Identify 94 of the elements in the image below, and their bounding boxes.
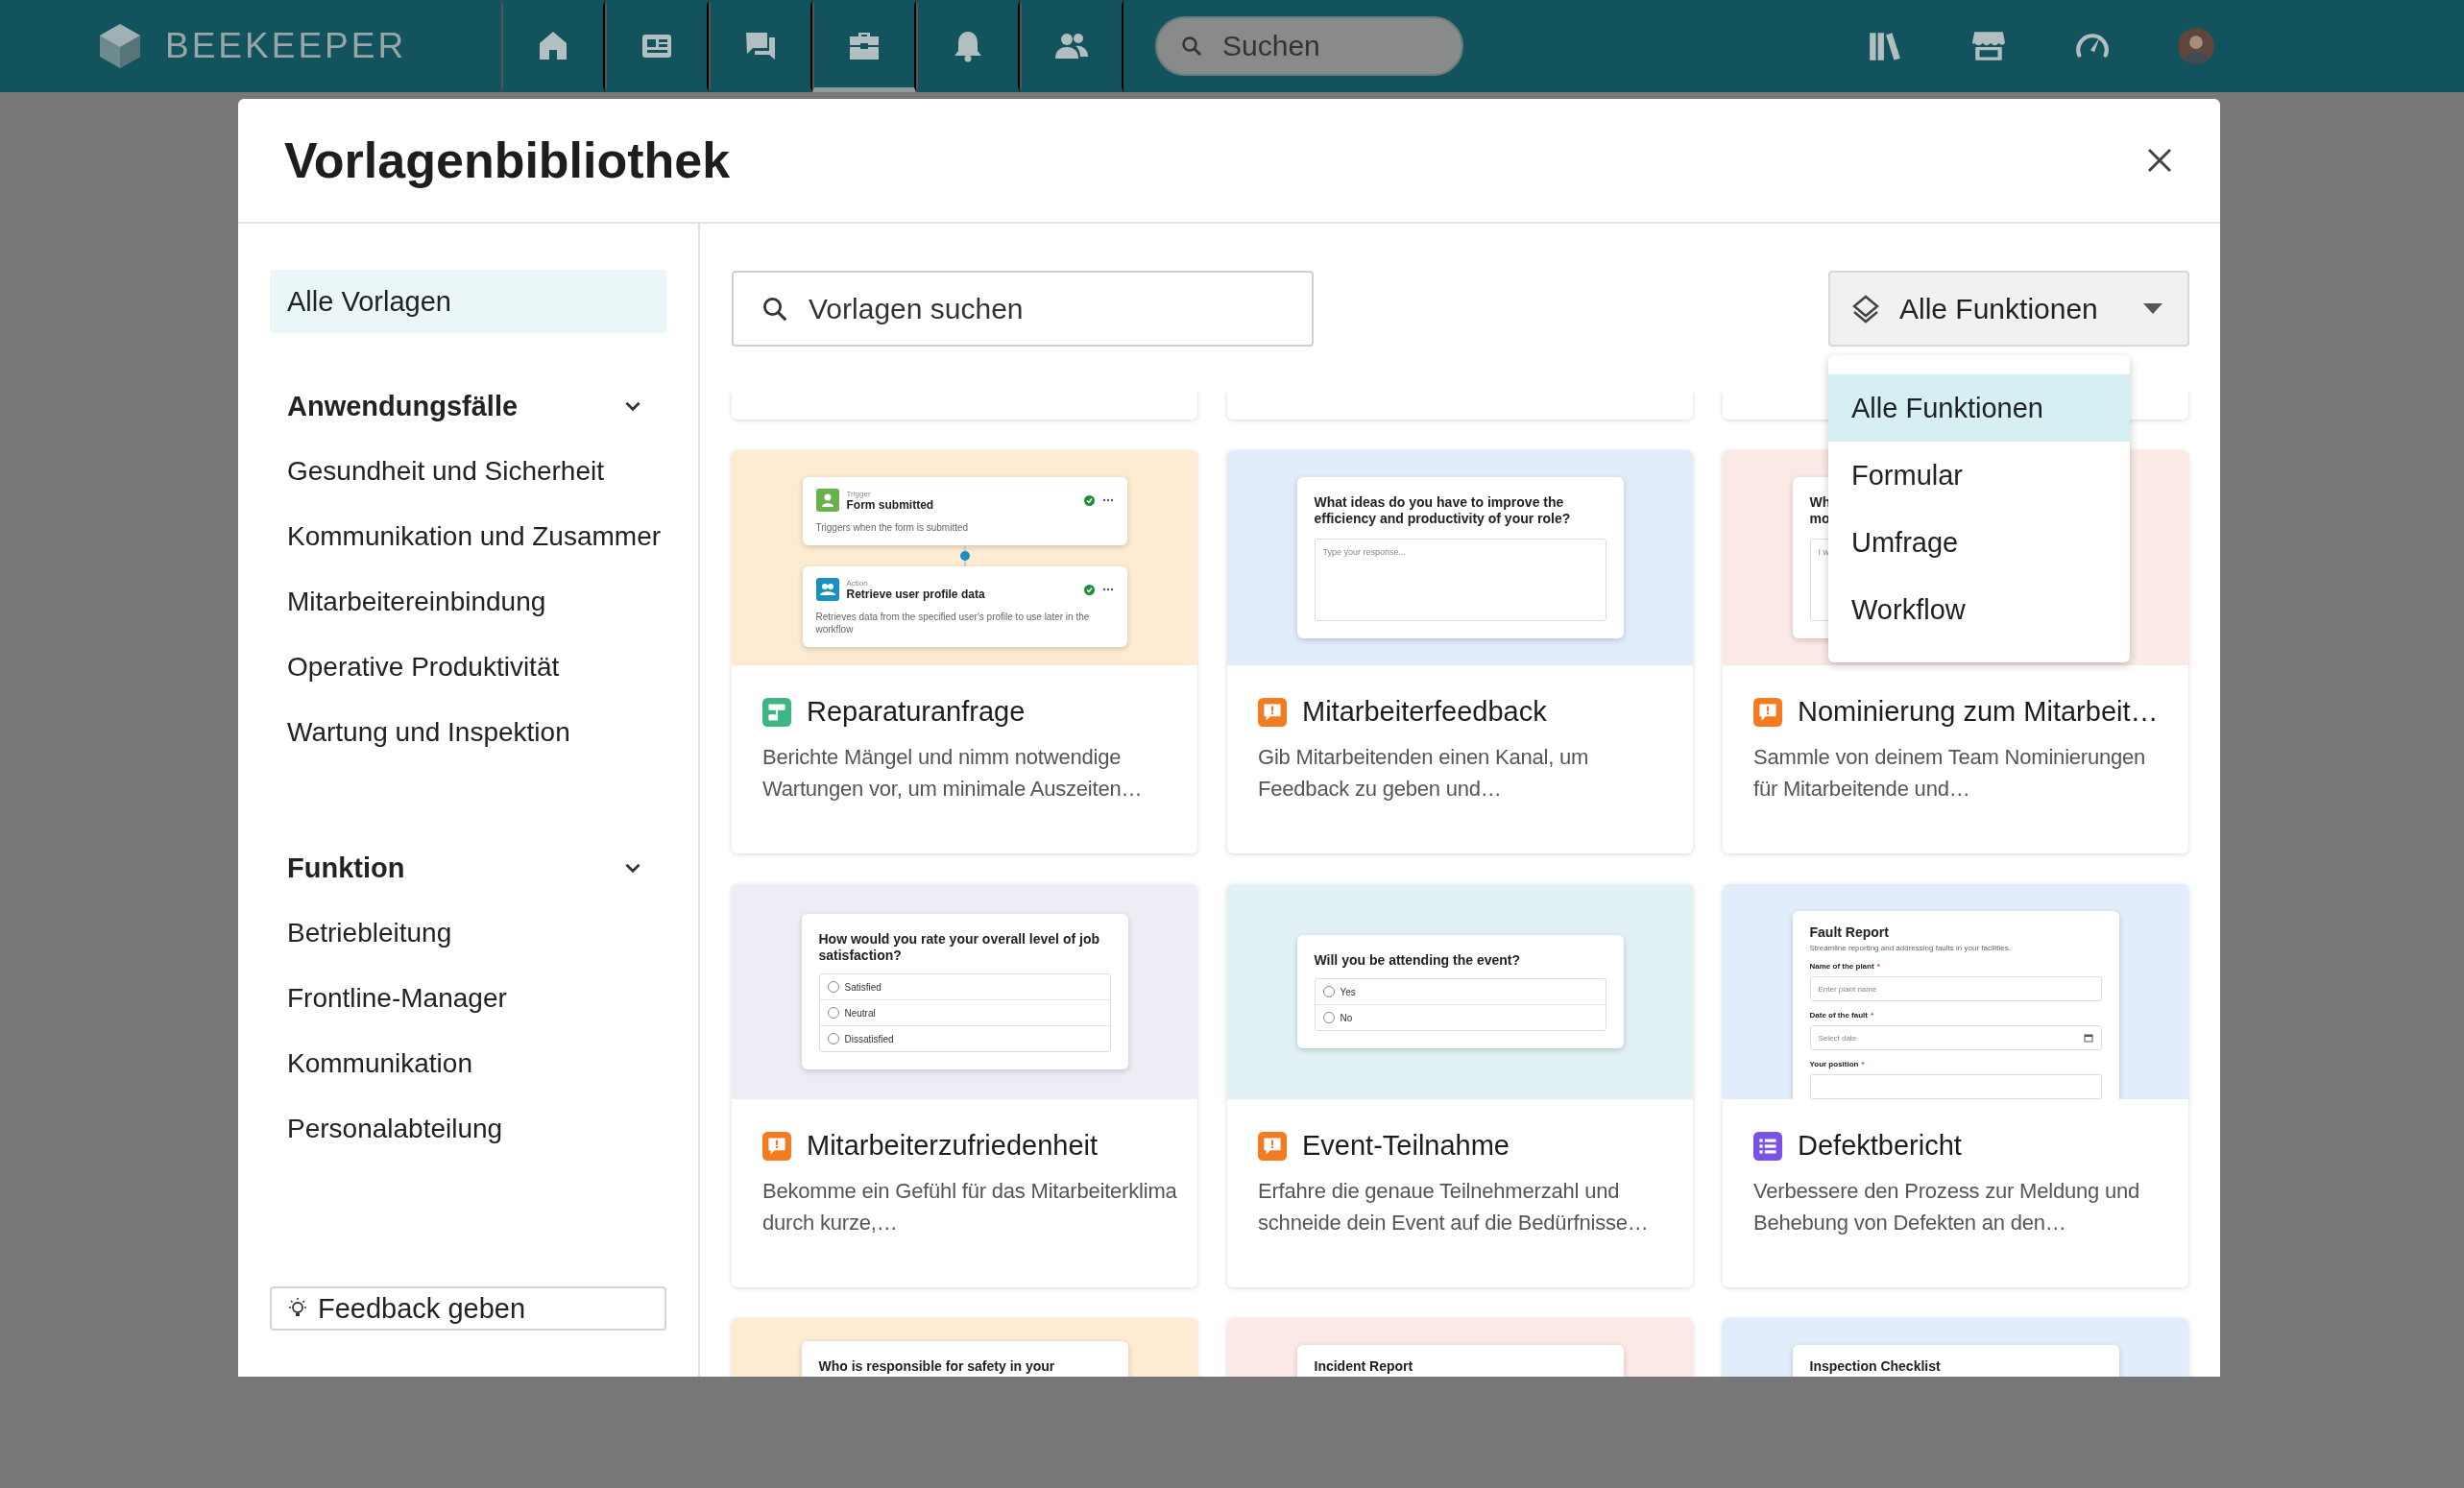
sidebar-item[interactable]: Kommunikation und Zusammer [270, 504, 666, 569]
input-field: Select date [1809, 1025, 2102, 1050]
check-icon [1083, 494, 1095, 506]
field-label: Name of the plant [1809, 962, 1874, 971]
connector-line [957, 545, 972, 566]
node-label: Trigger [846, 489, 872, 498]
sidebar-item[interactable]: Betriebleitung [270, 900, 666, 966]
template-card[interactable]: What ideas do you have to improve the efficiency and productivity of your role? Type your response... Mitarbeiterfeedback Gib Mitarbeitenden einen Kanal, um Feedback zu geben und… [1227, 450, 1693, 853]
calendar-icon [2083, 1033, 2093, 1043]
sidebar-item[interactable]: Frontline-Manager [270, 966, 666, 1031]
required-mark: * [1861, 1060, 1865, 1068]
option-label: Satisfied [844, 981, 882, 993]
node-title: Form submitted [846, 497, 934, 512]
more-icon[interactable] [1101, 588, 1114, 591]
dialog-title: Vorlagenbibliothek [284, 132, 731, 189]
node-description: Triggers when the form is submitted [815, 521, 970, 534]
people-icon [815, 578, 839, 601]
menu-item[interactable]: Umfrage [1828, 509, 2130, 576]
node-label: Action [846, 578, 869, 588]
template-title: Event-Teilnahme [1302, 1130, 1510, 1162]
caret-icon [2143, 302, 2162, 315]
more-icon[interactable] [1101, 498, 1114, 502]
menu-item[interactable]: Alle Funktionen [1828, 374, 2130, 442]
sidebar-item[interactable]: Operative Produktivität [270, 635, 666, 700]
template-description: Verbessere den Prozess zur Meldung und Behebung von Defekten an den… [1753, 1178, 2141, 1236]
field-label: Date of the fault [1809, 1011, 1868, 1020]
template-card[interactable]: How would you rate your overall level of job satisfaction? Satisfied Neutral Dissatisfied Mitarbeiterzufriedenheit Bekomme ein Gefühl für das Mitarbeiterklima durch kurze,… [732, 884, 1197, 1287]
sidebar-item[interactable]: Mitarbeitereinbindung [270, 569, 666, 635]
node-description: Retrieves data from the specified user's profile to use later in the workflow [815, 611, 1091, 636]
home-nav-tab[interactable] [501, 0, 605, 92]
option-label: Neutral [844, 1007, 876, 1019]
menu-item[interactable]: Workflow [1828, 576, 2130, 643]
sidebar-item[interactable]: Gesundheit und Sicherheit [270, 439, 666, 504]
close-button[interactable] [2145, 146, 2174, 175]
search-field[interactable]: Vorlagen suchen [732, 271, 1314, 347]
template-title: Mitarbeiterfeedback [1302, 696, 1547, 728]
template-card[interactable]: Inspection Checklist [1723, 1318, 2188, 1377]
function-dropdown[interactable]: Alle Funktionen [1828, 271, 2189, 347]
template-card[interactable]: Will you be attending the event? Yes No Event-Teilnahme Erfahre die genaue Teilnehmerzahl und schneide dein Event auf die Bedürfnisse… [1227, 884, 1693, 1287]
speech-bubble-icon [762, 1131, 791, 1161]
template-title: Defektbericht [1798, 1130, 1962, 1162]
chat-nav-tab[interactable] [709, 0, 812, 92]
search-field[interactable]: Suchen [1155, 16, 1463, 76]
list-icon [1753, 1131, 1782, 1161]
option-label: Yes [1340, 986, 1356, 997]
question-text: How would you rate your overall level of job satisfaction? [818, 931, 1100, 964]
sidebar-item[interactable]: Personalabteilung [270, 1096, 666, 1162]
template-description: Gib Mitarbeitenden einen Kanal, um Feedback zu geben und… [1258, 744, 1590, 803]
template-card[interactable]: Who is responsible for safety in your [732, 1318, 1197, 1377]
form-subtitle: Streamline reporting and addressing faults in your facilities. [1809, 944, 2012, 952]
people-nav-tab[interactable] [1020, 0, 1123, 92]
question-text: Will you be attending the event? [1314, 952, 1521, 969]
person-icon [815, 489, 839, 512]
template-title: Mitarbeiterzufriedenheit [807, 1130, 1099, 1162]
toolbox-nav-tab[interactable] [812, 0, 916, 92]
avatar[interactable] [2178, 28, 2214, 64]
bell-nav-tab[interactable] [916, 0, 1020, 92]
template-description: Berichte Mängel und nimm notwendige Wartungen vor, um minimale Auszeiten… [762, 744, 1144, 803]
field-label: Your position [1809, 1060, 1859, 1068]
workflow-icon [762, 697, 791, 727]
template-card[interactable] [1723, 884, 2188, 1287]
option-label: Dissatisfied [844, 1033, 894, 1044]
sidebar-item[interactable]: Wartung und Inspektion [270, 700, 666, 765]
template-title: Nominierung zum Mitarbeit… [1798, 696, 2159, 728]
sidebar-item[interactable]: Alle Vorlagen [270, 270, 666, 333]
template-card[interactable] [732, 450, 1197, 853]
template-card[interactable]: Incident Report [1227, 1318, 1693, 1377]
form-title: Incident Report [1314, 1358, 1414, 1374]
form-title: Fault Report [1809, 924, 1890, 940]
speech-bubble-icon [1753, 697, 1782, 727]
node-title: Retrieve user profile data [846, 587, 985, 601]
speech-bubble-icon [1258, 697, 1287, 727]
required-mark: * [1870, 1011, 1874, 1020]
speech-bubble-icon [1258, 1131, 1287, 1161]
question-text: What ideas do you have to improve the efficiency and productivity of your role? [1314, 494, 1572, 527]
input-field: Enter plant name [1809, 976, 2102, 1001]
question-text: Who is responsible for safety in your [818, 1358, 1055, 1375]
template-description: Sammle von deinem Team Nominierungen für Mitarbeitende und… [1753, 744, 2147, 803]
template-description: Erfahre die genaue Teilnehmerzahl und schneide dein Event auf die Bedürfnisse… [1258, 1178, 1650, 1236]
feedback-button[interactable]: Feedback geben [270, 1286, 666, 1331]
section-heading: Funktion [287, 852, 405, 884]
check-icon [1083, 584, 1095, 595]
menu-item[interactable]: Formular [1828, 442, 2130, 509]
section-heading: Anwendungsfälle [287, 390, 519, 422]
option-label: No [1340, 1012, 1353, 1023]
brand-name: BEEKEEPER [165, 26, 408, 66]
template-title: Reparaturanfrage [807, 696, 1026, 728]
sidebar-item[interactable]: Kommunikation [270, 1031, 666, 1096]
form-title: Inspection Checklist [1809, 1358, 1942, 1374]
template-description: Bekomme ein Gefühl für das Mitarbeiterklima durch kurze,… [762, 1178, 1178, 1236]
required-mark: * [1876, 962, 1880, 971]
news-nav-tab[interactable] [605, 0, 709, 92]
search-icon [1180, 35, 1203, 58]
answer-box: Type your response... [1314, 539, 1606, 621]
